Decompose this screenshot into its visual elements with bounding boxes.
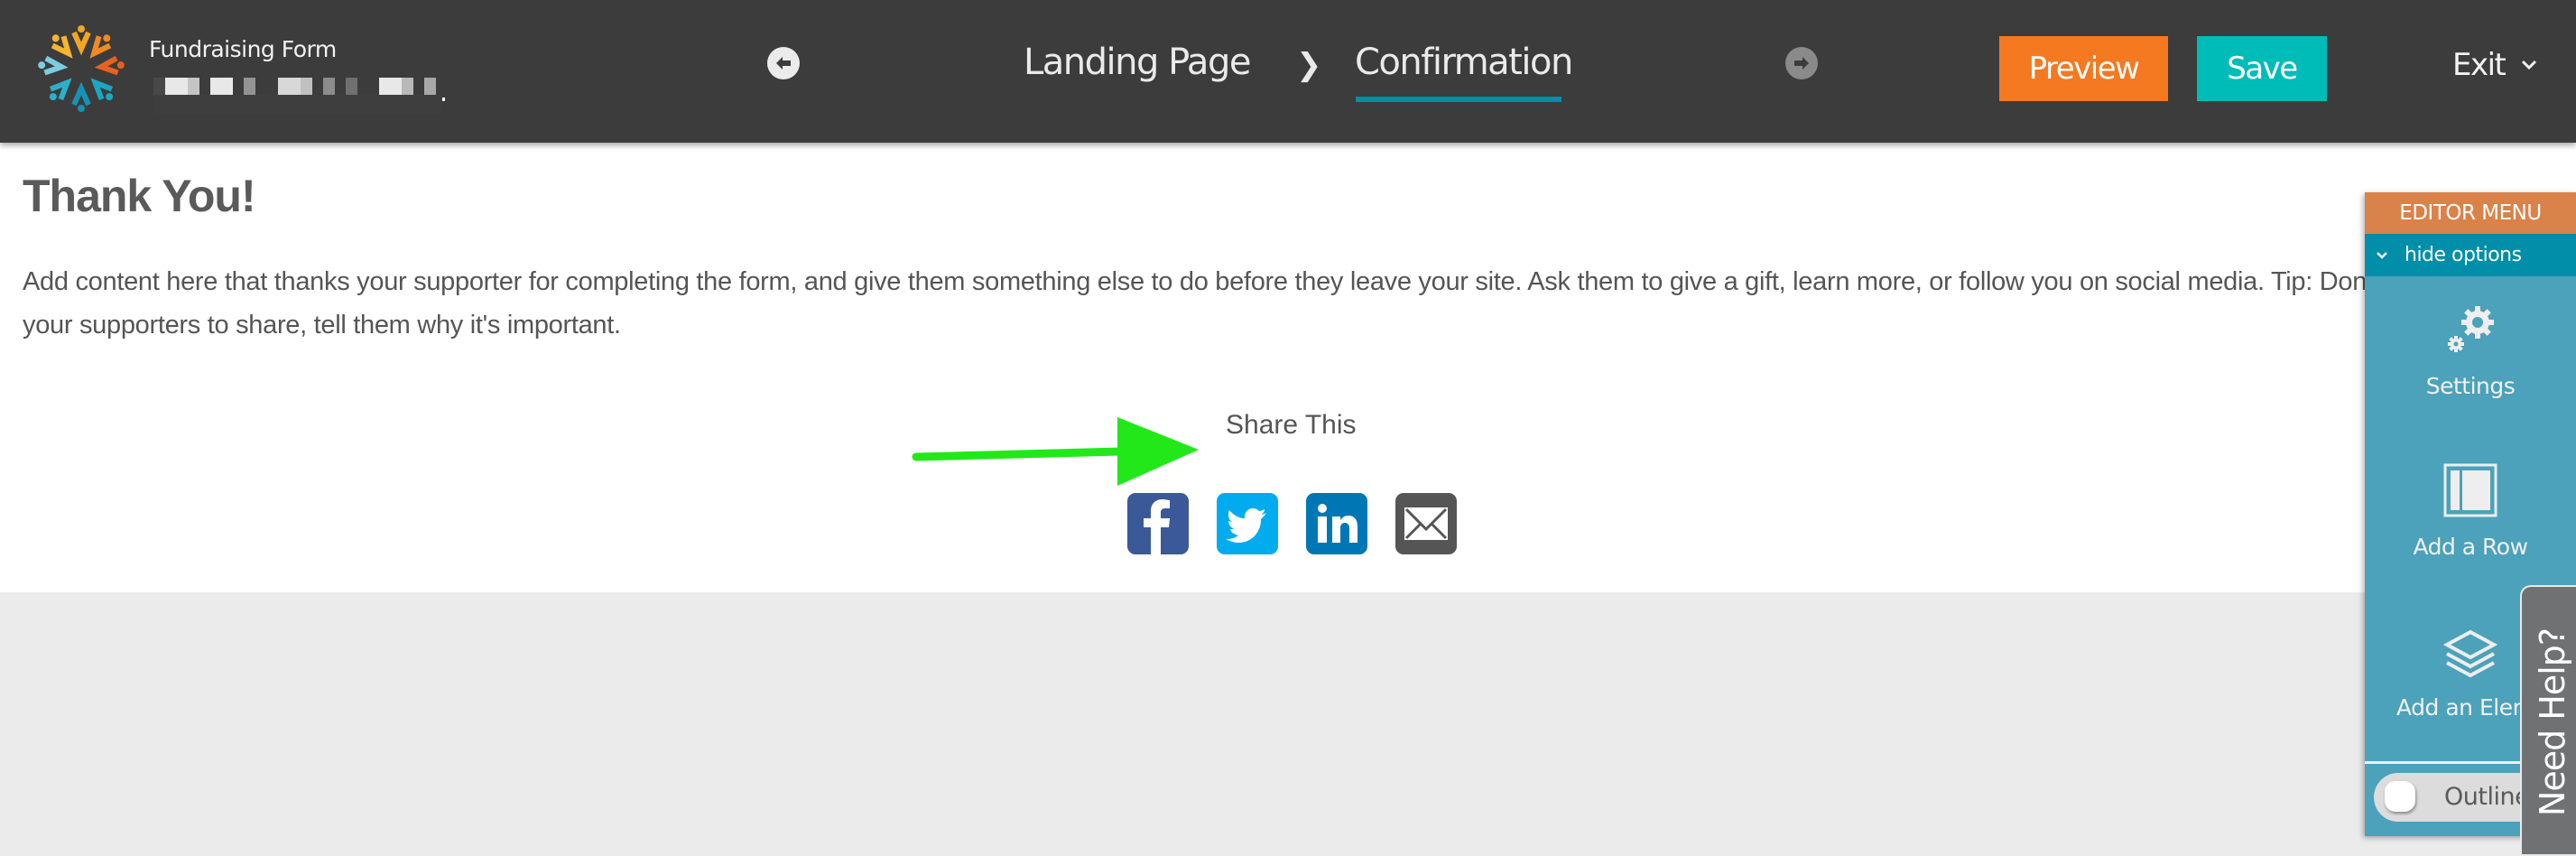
confirmation-page-canvas: Thank You! Add content here that thanks … [0, 143, 2576, 592]
linkedin-share-button[interactable] [1306, 493, 1367, 554]
active-step-indicator [1356, 97, 1561, 102]
preview-button[interactable]: Preview [1999, 36, 2168, 101]
editor-item-add-row[interactable]: Add a Row [2365, 454, 2576, 560]
step-landing-page[interactable]: Landing Page [1024, 42, 1251, 83]
hide-options-toggle[interactable]: hide options [2365, 234, 2576, 276]
linkedin-icon [1318, 504, 1357, 543]
arrow-right-icon [1794, 57, 1809, 70]
organization-logo [38, 25, 125, 112]
twitter-icon [1226, 508, 1266, 543]
step-confirmation[interactable]: Confirmation [1355, 42, 1573, 83]
editor-item-settings[interactable]: Settings [2365, 293, 2576, 399]
settings-label: Settings [2425, 373, 2516, 399]
facebook-icon [1144, 499, 1170, 554]
facebook-share-button[interactable] [1127, 493, 1189, 554]
need-help-tab[interactable]: Need Help? [2520, 585, 2576, 856]
outline-label: Outline [2444, 783, 2530, 811]
page-heading[interactable]: Thank You! [23, 170, 256, 222]
share-this-label: Share This [1226, 410, 1357, 440]
green-arrow-annotation [912, 417, 1199, 486]
toggle-knob [2385, 781, 2415, 812]
exit-label: Exit [2452, 47, 2507, 83]
editor-menu-title: EDITOR MENU [2365, 192, 2576, 234]
chevron-down-icon [2522, 60, 2537, 70]
form-title: Fundraising Form [149, 36, 337, 62]
share-buttons [1127, 493, 1457, 554]
top-bar: Fundraising Form Landing Page ❯ Confirma… [0, 0, 2576, 143]
body-paragraph[interactable]: Add content here that thanks your suppor… [23, 260, 2514, 347]
chevron-down-icon [2377, 251, 2387, 259]
twitter-share-button[interactable] [1217, 493, 1278, 554]
email-icon [1404, 507, 1448, 540]
step-separator: ❯ [1296, 47, 1322, 83]
add-row-label: Add a Row [2413, 534, 2528, 560]
redacted-subtitle [153, 76, 605, 113]
gears-icon [2448, 306, 2494, 352]
save-button[interactable]: Save [2197, 36, 2327, 101]
hide-options-label: hide options [2405, 244, 2522, 266]
exit-menu[interactable]: Exit [2452, 47, 2537, 83]
arrow-left-icon [776, 57, 791, 70]
next-step-button[interactable] [1785, 47, 1818, 79]
layers-icon [2443, 629, 2497, 678]
row-layout-icon [2443, 463, 2497, 517]
previous-step-button[interactable] [767, 47, 800, 79]
email-share-button[interactable] [1395, 493, 1457, 554]
need-help-label: Need Help? [2533, 628, 2572, 817]
